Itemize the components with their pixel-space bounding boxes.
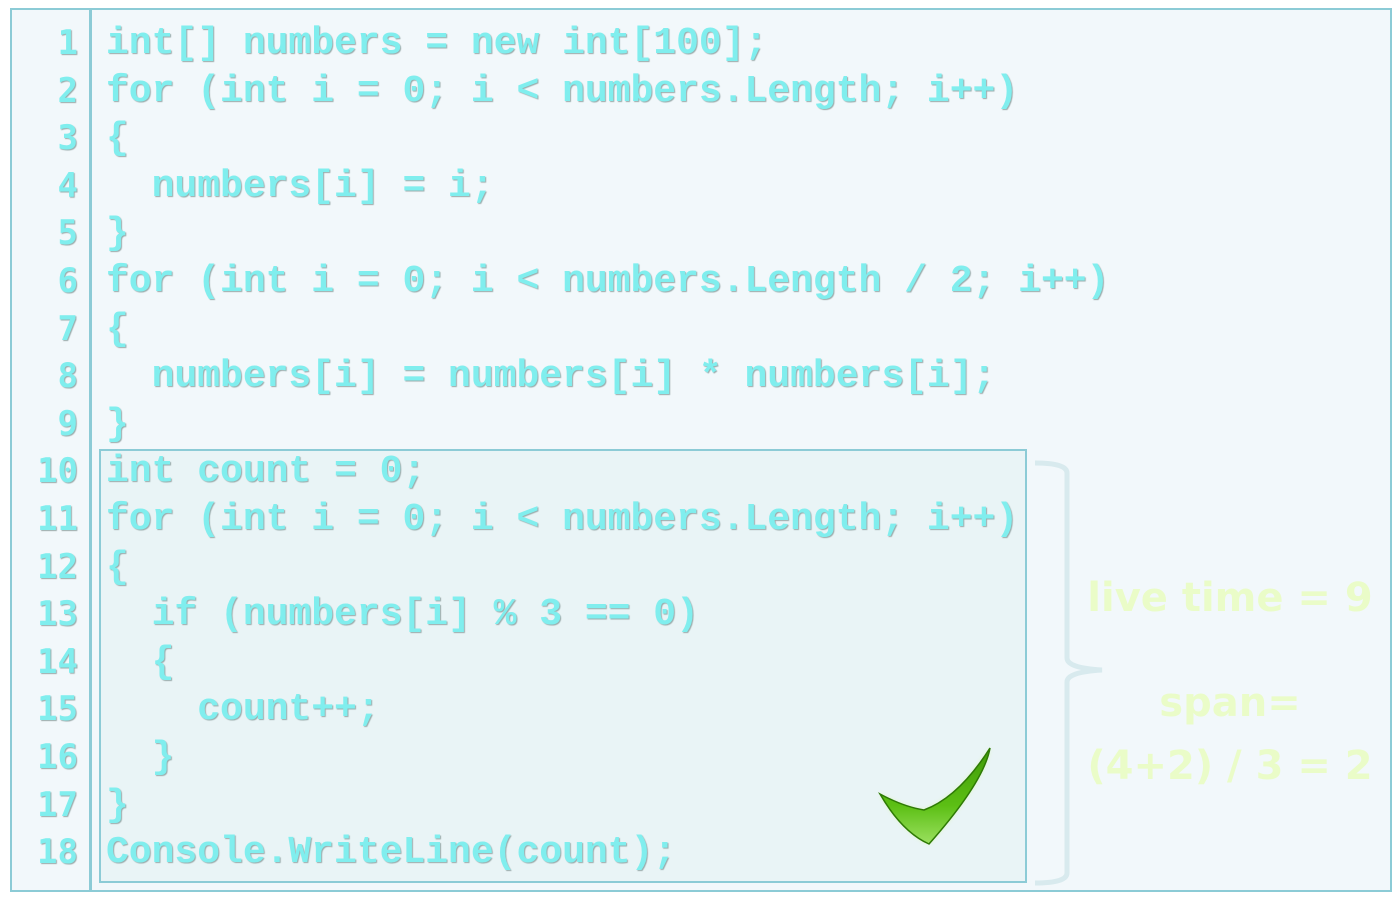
- code-line: count++;: [106, 688, 380, 732]
- line-number: 12: [37, 546, 78, 587]
- line-number: 5: [57, 213, 78, 254]
- code-line: numbers[i] = numbers[i] * numbers[i];: [106, 355, 996, 399]
- code-line: for (int i = 0; i < numbers.Length; i++): [106, 69, 1019, 113]
- line-number: 13: [37, 594, 78, 635]
- code-line: for (int i = 0; i < numbers.Length / 2; …: [106, 259, 1110, 303]
- checkmark-icon: [878, 747, 991, 845]
- code-line: }: [106, 212, 129, 256]
- gutter-divider: [89, 10, 92, 890]
- span-formula: (4+2) / 3 = 2: [1087, 743, 1373, 789]
- line-number: 3: [57, 118, 78, 159]
- line-number: 14: [37, 641, 78, 682]
- code-line: {: [106, 307, 129, 351]
- line-number: 9: [57, 403, 78, 444]
- line-number: 2: [57, 70, 78, 111]
- line-number: 18: [37, 832, 78, 873]
- brace-icon: [1034, 460, 1103, 886]
- code-line: for (int i = 0; i < numbers.Length; i++): [106, 497, 1019, 541]
- line-number: 4: [57, 165, 78, 206]
- span-label: span=: [1159, 680, 1301, 726]
- line-number: 10: [37, 451, 78, 492]
- code-line: int[] numbers = new int[100];: [106, 22, 768, 65]
- code-line: {: [106, 640, 175, 684]
- line-number: 15: [37, 689, 78, 730]
- line-number: 8: [57, 356, 78, 397]
- line-number: 17: [37, 784, 78, 825]
- line-number: 1: [57, 23, 78, 63]
- code-line: {: [106, 545, 129, 589]
- code-line: int count = 0;: [106, 450, 426, 494]
- code-line: }: [106, 402, 129, 446]
- code-line: numbers[i] = i;: [106, 164, 494, 208]
- line-number: 11: [37, 498, 78, 539]
- live-time-label: live time = 9: [1087, 575, 1373, 621]
- line-number: 6: [57, 260, 78, 301]
- code-panel: 1 2 3 4 5 6 7 8 9 10 11 12 13 14 15 16 17 18 int[] number…: [10, 8, 1392, 892]
- line-number: 7: [57, 308, 78, 349]
- code-line: if (numbers[i] % 3 == 0): [106, 593, 699, 637]
- line-number-gutter: 1 2 3 4 5 6 7 8 9 10 11 12 13 14 15 16 17 18: [12, 20, 78, 877]
- line-number: 16: [37, 736, 78, 777]
- code-line: {: [106, 117, 129, 161]
